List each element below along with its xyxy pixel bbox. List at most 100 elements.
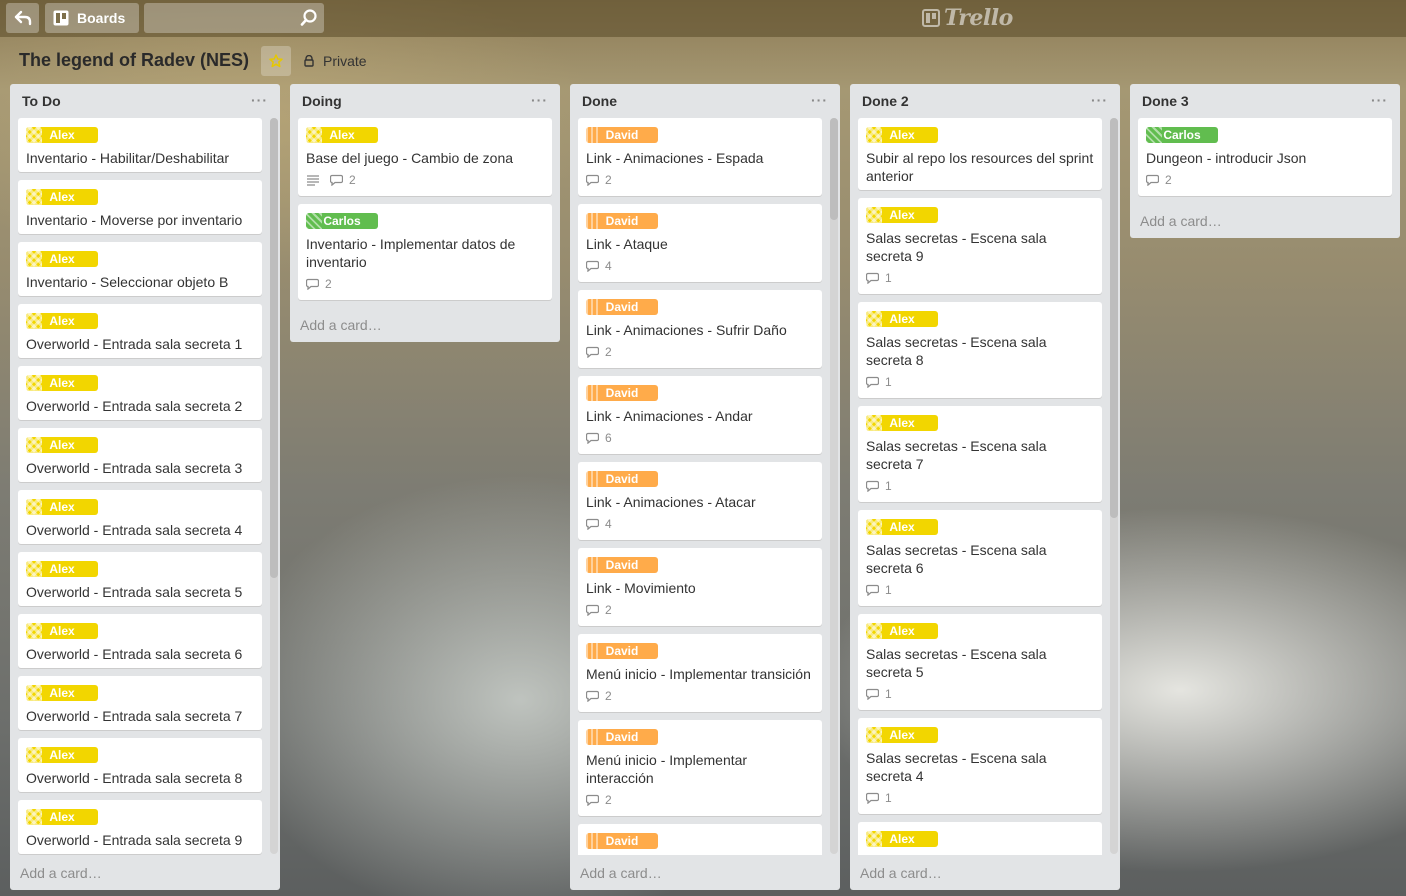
card-title: Salas secretas - Escena sala secreta 5 [866, 646, 1047, 680]
search-input[interactable] [144, 3, 324, 33]
card-label: Alex [26, 623, 98, 639]
list-card[interactable]: Alex Overworld - Entrada sala secreta 5 [18, 552, 262, 606]
card-title: Menú inicio - Implementar interacción [586, 752, 748, 786]
trello-logo[interactable]: Trello [922, 5, 1013, 31]
list-title[interactable]: Done 3 [1142, 93, 1189, 109]
list-card[interactable]: David Menú inicio - Implementar interacc… [578, 720, 822, 816]
comment-count: 2 [325, 277, 332, 291]
scrollbar[interactable] [270, 118, 278, 854]
search-icon[interactable] [300, 9, 318, 27]
list-card[interactable]: Alex Overworld - Entrada sala secreta 6 [18, 614, 262, 668]
scroll-thumb[interactable] [830, 118, 838, 220]
add-card-button[interactable]: Add a card… [580, 865, 662, 881]
list-header[interactable]: Doing ··· [290, 84, 560, 118]
list-menu-icon[interactable]: ··· [251, 92, 268, 108]
list-menu-icon[interactable]: ··· [1371, 92, 1388, 108]
list-header[interactable]: To Do ··· [10, 84, 280, 118]
card-title: Overworld - Entrada sala secreta 3 [26, 460, 243, 476]
list-header[interactable]: Done 3 ··· [1130, 84, 1400, 118]
list-card[interactable]: Alex Overworld - Entrada sala secreta 4 [18, 490, 262, 544]
privacy-button[interactable]: Private [303, 53, 367, 69]
comment-count: 1 [885, 375, 892, 389]
list-title[interactable]: Done [582, 93, 617, 109]
list-card[interactable]: David Link - Animaciones - Atacar 4 [578, 462, 822, 540]
list-card[interactable]: David Link - Movimiento 2 [578, 548, 822, 626]
back-button[interactable] [6, 3, 39, 33]
card-label: Alex [866, 207, 938, 223]
card-title: Inventario - Habilitar/Deshabilitar [26, 150, 230, 166]
list-card[interactable]: David [578, 824, 822, 855]
list-card[interactable]: Alex Salas secretas - Escena sala secret… [858, 302, 1102, 398]
list-card[interactable]: Alex Salas secretas - Escena sala secret… [858, 718, 1102, 814]
list-card[interactable]: Alex Overworld - Entrada sala secreta 2 [18, 366, 262, 420]
add-card-button[interactable]: Add a card… [1140, 213, 1222, 229]
list-card[interactable]: David Menú inicio - Implementar transici… [578, 634, 822, 712]
board-title[interactable]: The legend of Radev (NES) [19, 50, 249, 71]
list-card[interactable]: Alex Overworld - Entrada sala secreta 1 [18, 304, 262, 358]
list-title[interactable]: Done 2 [862, 93, 909, 109]
card-title: Link - Animaciones - Espada [586, 150, 764, 166]
scrollbar[interactable] [830, 118, 838, 854]
list-card[interactable]: Alex Overworld - Entrada sala secreta 9 [18, 800, 262, 854]
list-title[interactable]: Doing [302, 93, 342, 109]
list-card[interactable]: Carlos Inventario - Implementar datos de… [298, 204, 552, 300]
comment-badge: 2 [586, 173, 612, 187]
comment-badge: 2 [1146, 173, 1172, 187]
list-card[interactable]: David Link - Ataque 4 [578, 204, 822, 282]
list-header[interactable]: Done ··· [570, 84, 840, 118]
list-card[interactable]: David Link - Animaciones - Espada 2 [578, 118, 822, 196]
scrollbar[interactable] [1110, 118, 1118, 854]
card-title: Salas secretas - Escena sala secreta 6 [866, 542, 1047, 576]
list-card[interactable]: Alex Base del juego - Cambio de zona 2 [298, 118, 552, 196]
list-card[interactable]: David Link - Animaciones - Sufrir Daño 2 [578, 290, 822, 368]
add-card-button[interactable]: Add a card… [20, 865, 102, 881]
list-card[interactable]: Alex Overworld - Entrada sala secreta 7 [18, 676, 262, 730]
star-button[interactable] [261, 46, 291, 76]
privacy-label: Private [323, 53, 367, 69]
description-icon [307, 175, 319, 186]
add-card-button[interactable]: Add a card… [860, 865, 942, 881]
card-label: Alex [26, 561, 98, 577]
list-card[interactable]: Alex Inventario - Moverse por inventario [18, 180, 262, 234]
card-title: Link - Ataque [586, 236, 668, 252]
list-card[interactable]: Alex Salas secretas - Escena sala secret… [858, 198, 1102, 294]
list-card[interactable]: Alex Salas secretas - Escena sala secret… [858, 614, 1102, 710]
comment-icon [866, 688, 879, 700]
list-done: Done ··· David Link - Animaciones - Espa… [570, 84, 840, 890]
scroll-thumb[interactable] [1110, 118, 1118, 518]
comment-icon [866, 584, 879, 596]
card-label: Alex [866, 623, 938, 639]
list-card[interactable]: Alex Inventario - Habilitar/Deshabilitar [18, 118, 262, 172]
add-card-button[interactable]: Add a card… [300, 317, 382, 333]
list-card[interactable]: Alex Overworld - Entrada sala secreta 3 [18, 428, 262, 482]
list-card[interactable]: Alex Salas secretas - Escena sala secret… [858, 406, 1102, 502]
comment-count: 1 [885, 687, 892, 701]
list-menu-icon[interactable]: ··· [1091, 92, 1108, 108]
card-title: Overworld - Entrada sala secreta 1 [26, 336, 243, 352]
comment-icon [586, 432, 599, 444]
lock-icon [304, 55, 314, 67]
list-header[interactable]: Done 2 ··· [850, 84, 1120, 118]
card-title: Menú inicio - Implementar transición [586, 666, 811, 682]
card-title: Overworld - Entrada sala secreta 2 [26, 398, 243, 414]
list-card[interactable]: Alex Overworld - Entrada sala secreta 8 [18, 738, 262, 792]
comment-icon [586, 260, 599, 272]
list-card[interactable]: David Link - Animaciones - Andar 6 [578, 376, 822, 454]
cards-container: Alex Subir al repo los resources del spr… [850, 118, 1120, 855]
list-card[interactable]: Alex Salas secretas - Escena sala secret… [858, 510, 1102, 606]
scroll-thumb[interactable] [270, 118, 278, 578]
list-menu-icon[interactable]: ··· [531, 92, 548, 108]
card-label: Alex [26, 313, 98, 329]
card-label: Alex [26, 251, 98, 267]
list-card[interactable]: Alex [858, 822, 1102, 855]
card-title: Overworld - Entrada sala secreta 5 [26, 584, 243, 600]
card-title: Base del juego - Cambio de zona [306, 150, 514, 166]
boards-button[interactable]: Boards [45, 3, 139, 33]
list-menu-icon[interactable]: ··· [811, 92, 828, 108]
list-card[interactable]: Alex Inventario - Seleccionar objeto B [18, 242, 262, 296]
card-label: David [586, 643, 658, 659]
comment-badge: 4 [586, 259, 612, 273]
list-title[interactable]: To Do [22, 93, 61, 109]
list-card[interactable]: Carlos Dungeon - introducir Json 2 [1138, 118, 1392, 196]
list-card[interactable]: Alex Subir al repo los resources del spr… [858, 118, 1102, 190]
